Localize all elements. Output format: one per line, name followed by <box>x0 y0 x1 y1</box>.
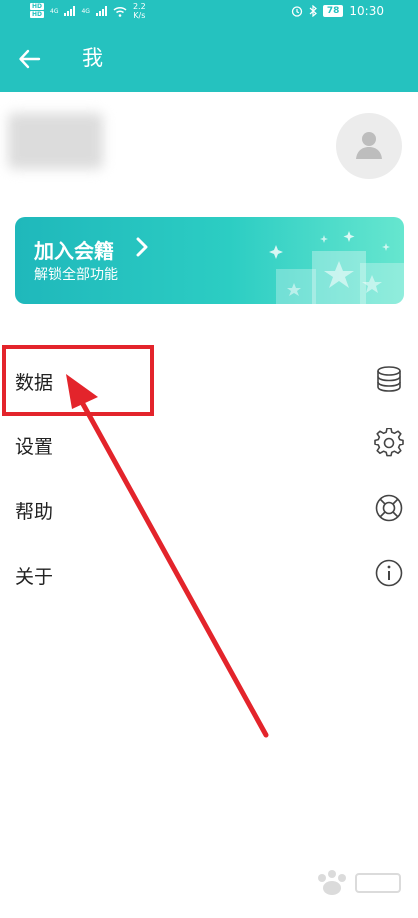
membership-title: 加入会籍 <box>34 239 114 263</box>
menu-item-about-label: 关于 <box>15 566 54 588</box>
wifi-icon <box>113 6 127 17</box>
database-icon <box>377 366 401 392</box>
bluetooth-icon <box>309 5 317 17</box>
menu-item-settings-label: 设置 <box>15 436 54 458</box>
network-speed: 2.2 K/s <box>133 2 146 20</box>
status-left: HD HD 4G 4G 2.2 K/s <box>30 2 146 20</box>
hd-badge-1: HD <box>30 3 45 10</box>
menu-item-settings[interactable]: 设置 <box>0 412 418 476</box>
alarm-icon <box>291 6 303 17</box>
membership-banner[interactable]: 加入会籍 解锁全部功能 <box>15 217 404 304</box>
signal-icon-2 <box>95 6 107 16</box>
podium-decoration-icon <box>269 231 404 304</box>
avatar[interactable] <box>336 113 402 179</box>
network-2-label: 4G <box>81 7 90 15</box>
profile-name-blurred <box>8 113 103 169</box>
lifebuoy-icon <box>375 494 403 522</box>
battery-indicator: 78 <box>322 5 344 17</box>
status-bar: HD HD 4G 4G 2.2 K/s 78 10:30 <box>0 0 418 24</box>
network-1-label: 4G <box>50 7 59 15</box>
hd-badge-2: HD <box>30 11 45 18</box>
back-button[interactable] <box>16 45 44 73</box>
speed-unit: K/s <box>133 11 146 20</box>
info-icon <box>375 559 403 587</box>
hd-badges: HD HD <box>30 3 45 19</box>
signal-icon <box>64 6 76 16</box>
chevron-right-icon <box>136 237 148 257</box>
membership-subtitle: 解锁全部功能 <box>34 267 118 283</box>
user-icon <box>356 132 382 159</box>
menu-item-help-label: 帮助 <box>15 501 54 523</box>
gear-icon <box>374 428 404 457</box>
status-time: 10:30 <box>349 4 384 18</box>
page-title: 我 <box>82 46 103 70</box>
speed-value: 2.2 <box>132 2 146 11</box>
menu-item-help[interactable]: 帮助 <box>0 477 418 541</box>
menu-item-about[interactable]: 关于 <box>0 542 418 606</box>
app-bar: 我 <box>0 24 418 92</box>
annotation-highlight-box <box>2 345 154 416</box>
back-arrow-icon <box>19 49 41 69</box>
status-right: 78 10:30 <box>291 4 384 18</box>
watermark-logo <box>318 870 401 895</box>
